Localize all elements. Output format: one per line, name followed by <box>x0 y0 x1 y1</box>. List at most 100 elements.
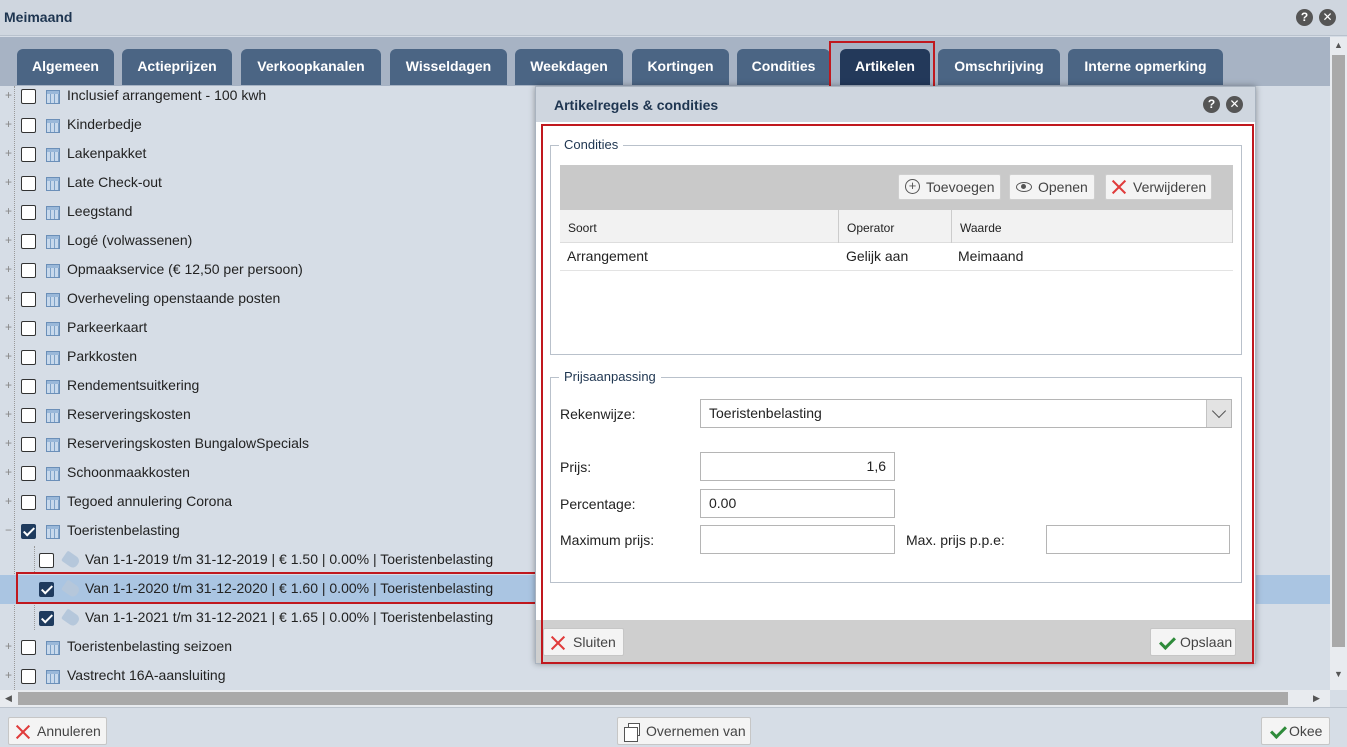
scrollbar-thumb[interactable] <box>18 692 1288 705</box>
table-icon <box>46 467 60 481</box>
tree-checkbox[interactable] <box>21 379 36 394</box>
tree-checkbox[interactable] <box>21 408 36 423</box>
expand-icon[interactable]: + <box>3 263 14 275</box>
vertical-scrollbar[interactable]: ▲ ▼ <box>1330 37 1347 690</box>
tree-item-label: Toeristenbelasting seizoen <box>67 638 232 654</box>
tab-verkoopkanalen[interactable]: Verkoopkanalen <box>241 49 381 85</box>
tree-item-label: Inclusief arrangement - 100 kwh <box>67 87 267 103</box>
tree-item-label: Tegoed annulering Corona <box>67 493 233 509</box>
row-highlight-frame <box>16 572 538 604</box>
scroll-down-icon[interactable]: ▼ <box>1334 669 1343 679</box>
tree-item-label: Lakenpakket <box>67 145 147 161</box>
expand-icon[interactable]: + <box>3 437 14 449</box>
expand-icon[interactable]: + <box>3 118 14 130</box>
tree-item-label: Van 1-1-2021 t/m 31-12-2021 | € 1.65 | 0… <box>85 609 494 625</box>
expand-icon[interactable]: + <box>3 89 14 101</box>
expand-icon[interactable]: + <box>3 176 14 188</box>
table-icon <box>46 148 60 162</box>
tab-actieprijzen[interactable]: Actieprijzen <box>122 49 232 85</box>
cancel-button[interactable]: Annuleren <box>8 717 107 745</box>
tree-checkbox[interactable] <box>21 118 36 133</box>
table-icon <box>46 235 60 249</box>
tree-item-label: Reserveringskosten BungalowSpecials <box>67 435 310 451</box>
tab-bar: Algemeen Actieprijzen Verkoopkanalen Wis… <box>0 37 1330 86</box>
collapse-icon[interactable]: − <box>3 524 14 536</box>
tree-item-label: Parkeerkaart <box>67 319 148 335</box>
tree-checkbox[interactable] <box>21 640 36 655</box>
help-icon[interactable]: ? <box>1203 96 1220 113</box>
expand-icon[interactable]: + <box>3 147 14 159</box>
tree-item-label: Parkkosten <box>67 348 138 364</box>
tab-algemeen[interactable]: Algemeen <box>17 49 114 85</box>
tree-checkbox[interactable] <box>21 437 36 452</box>
ok-button[interactable]: Okee <box>1261 717 1330 745</box>
copy-from-button[interactable]: Overnemen van <box>617 717 751 745</box>
tree-item-label: Leegstand <box>67 203 133 219</box>
expand-icon[interactable]: + <box>3 669 14 681</box>
expand-icon[interactable]: + <box>3 205 14 217</box>
tree-checkbox[interactable] <box>21 495 36 510</box>
tag-icon <box>61 550 81 570</box>
tree-checkbox[interactable] <box>21 89 36 104</box>
window-title: Meimaand <box>4 9 73 25</box>
tree-checkbox[interactable] <box>21 176 36 191</box>
copy-from-label: Overnemen van <box>646 723 746 739</box>
dialog-title: Artikelregels & condities <box>554 97 719 113</box>
tree-item-label: Schoonmaakkosten <box>67 464 190 480</box>
tab-interne-opmerking[interactable]: Interne opmerking <box>1068 49 1223 85</box>
expand-icon[interactable]: + <box>3 350 14 362</box>
ok-label: Okee <box>1289 723 1323 739</box>
tab-kortingen[interactable]: Kortingen <box>632 49 729 85</box>
tree-checkbox[interactable] <box>21 321 36 336</box>
tree-item-label: Opmaakservice (€ 12,50 per persoon) <box>67 261 303 277</box>
tree-checkbox[interactable] <box>21 669 36 684</box>
tree-checkbox[interactable] <box>21 147 36 162</box>
tree-checkbox[interactable] <box>21 263 36 278</box>
scroll-right-icon[interactable]: ▶ <box>1313 693 1320 704</box>
check-icon <box>1270 722 1287 739</box>
tab-omschrijving[interactable]: Omschrijving <box>938 49 1060 85</box>
tree-item-label: Van 1-1-2019 t/m 31-12-2019 | € 1.50 | 0… <box>85 551 494 567</box>
tree-checkbox[interactable] <box>21 466 36 481</box>
expand-icon[interactable]: + <box>3 292 14 304</box>
expand-icon[interactable]: + <box>3 379 14 391</box>
close-icon[interactable]: ✕ <box>1226 96 1243 113</box>
tree-item-label: Rendementsuitkering <box>67 377 200 393</box>
tree-checkbox[interactable] <box>39 611 54 626</box>
tree-checkbox[interactable] <box>21 234 36 249</box>
window-titlebar: Meimaand ? ✕ <box>0 0 1347 36</box>
expand-icon[interactable]: + <box>3 466 14 478</box>
table-icon <box>46 438 60 452</box>
horizontal-scrollbar[interactable]: ◀ ▶ <box>0 690 1330 707</box>
tree-checkbox[interactable] <box>21 292 36 307</box>
tree-checkbox[interactable] <box>21 350 36 365</box>
tree-item-label: Vastrecht 16A-aansluiting <box>67 667 226 683</box>
expand-icon[interactable]: + <box>3 640 14 652</box>
help-icon[interactable]: ? <box>1296 9 1313 26</box>
tree-item-label: Overheveling openstaande posten <box>67 290 281 306</box>
table-icon <box>46 496 60 510</box>
expand-icon[interactable]: + <box>3 321 14 333</box>
scrollbar-thumb[interactable] <box>1332 55 1345 647</box>
close-icon[interactable]: ✕ <box>1319 9 1336 26</box>
expand-icon[interactable]: + <box>3 408 14 420</box>
expand-icon[interactable]: + <box>3 234 14 246</box>
tab-wisseldagen[interactable]: Wisseldagen <box>390 49 507 85</box>
tab-condities[interactable]: Condities <box>737 49 830 85</box>
expand-icon[interactable]: + <box>3 495 14 507</box>
scroll-left-icon[interactable]: ◀ <box>5 693 12 704</box>
tree-item-label: Reserveringskosten <box>67 406 191 422</box>
table-icon <box>46 90 60 104</box>
table-icon <box>46 641 60 655</box>
tree-checkbox[interactable] <box>21 205 36 220</box>
tab-weekdagen[interactable]: Weekdagen <box>515 49 623 85</box>
table-icon <box>46 670 60 684</box>
tree-checkbox[interactable] <box>21 524 36 539</box>
scroll-up-icon[interactable]: ▲ <box>1334 40 1343 50</box>
tree-checkbox[interactable] <box>39 553 54 568</box>
tree-item-label: Logé (volwassenen) <box>67 232 193 248</box>
tree-item[interactable]: + Vastrecht 16A-aansluiting <box>0 662 1330 690</box>
tree-item-label: Late Check-out <box>67 174 162 190</box>
tree-item-label: Toeristenbelasting <box>67 522 180 538</box>
table-icon <box>46 206 60 220</box>
